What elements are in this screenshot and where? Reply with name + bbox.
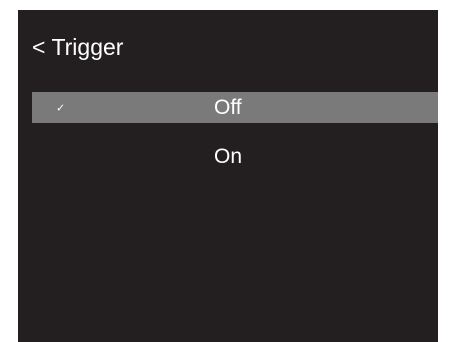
option-on[interactable]: On <box>32 141 438 172</box>
device-screen: < Trigger ✓ Off On <box>18 10 438 342</box>
option-off-label: Off <box>214 95 242 119</box>
back-arrow-icon: < <box>32 33 46 60</box>
option-on-label: On <box>214 144 243 168</box>
option-off[interactable]: ✓ Off <box>32 92 438 123</box>
page-title: Trigger <box>51 33 124 60</box>
checkmark-icon: ✓ <box>56 102 66 114</box>
trigger-options-list: ✓ Off On <box>32 92 438 190</box>
back-button[interactable]: < Trigger <box>32 32 123 62</box>
